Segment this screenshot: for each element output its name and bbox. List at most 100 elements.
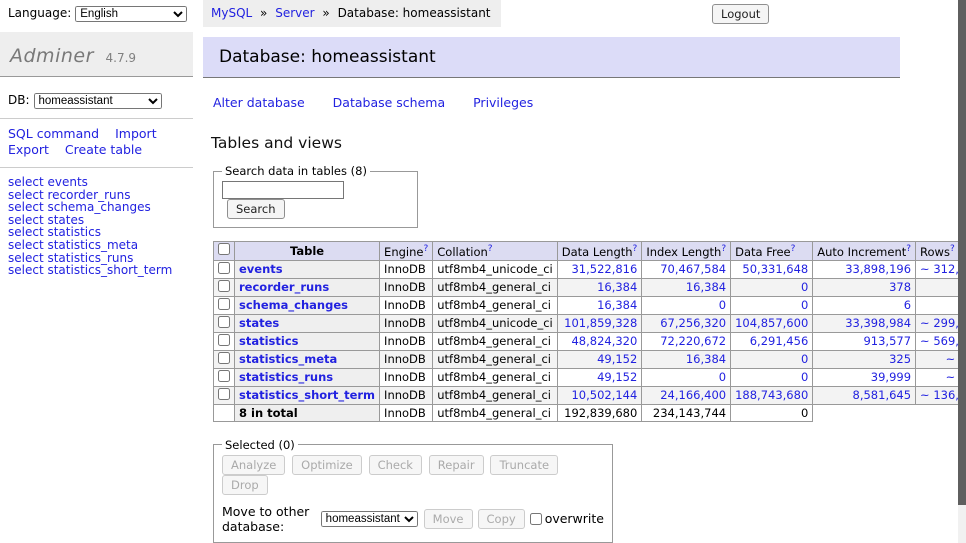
- sidebar-divider-2: [0, 167, 193, 168]
- database-links: Alter database Database schema Privilege…: [213, 95, 903, 110]
- language-select[interactable]: English: [75, 6, 187, 22]
- select-all-checkbox[interactable]: [218, 243, 230, 255]
- db-select[interactable]: homeassistant: [34, 93, 162, 109]
- page-title: Database: homeassistant: [203, 37, 900, 78]
- breadcrumb-server-link[interactable]: Server: [275, 6, 314, 20]
- sidebar-item-select-statistics-meta[interactable]: select statistics_meta: [8, 239, 193, 252]
- search-input[interactable]: [222, 181, 344, 199]
- table-row: statistics_runs InnoDB utf8mb4_general_c…: [214, 368, 966, 386]
- sidebar-tables-list: select events select recorder_runs selec…: [8, 176, 193, 277]
- data-length-help-icon[interactable]: ?: [633, 244, 638, 254]
- row-checkbox[interactable]: [218, 388, 230, 400]
- breadcrumb-mysql-link[interactable]: MySQL: [211, 6, 252, 20]
- app-version: 4.7.9: [106, 51, 137, 65]
- truncate-button[interactable]: Truncate: [490, 455, 558, 475]
- row-checkbox[interactable]: [218, 370, 230, 382]
- vertical-scrollbar[interactable]: [958, 0, 966, 543]
- database-schema-link[interactable]: Database schema: [333, 95, 445, 110]
- table-row: schema_changes InnoDB utf8mb4_general_ci…: [214, 296, 966, 314]
- row-checkbox[interactable]: [218, 262, 230, 274]
- breadcrumb-separator: »: [260, 6, 267, 20]
- selected-fieldset: Selected (0) Analyze Optimize Check Repa…: [213, 438, 613, 543]
- sidebar-link-export[interactable]: Export: [8, 142, 49, 157]
- move-db-select[interactable]: homeassistant: [321, 511, 418, 527]
- tables-and-views-heading: Tables and views: [211, 134, 903, 152]
- col-header-auto-increment: Auto Increment?: [813, 242, 916, 261]
- search-fieldset: Search data in tables (8) Search: [213, 164, 418, 228]
- language-label: Language:: [8, 6, 71, 20]
- breadcrumb-current: Database: homeassistant: [338, 6, 491, 20]
- copy-button[interactable]: Copy: [478, 509, 525, 529]
- collation-help-icon[interactable]: ?: [488, 244, 493, 254]
- move-label: Move to other database:: [222, 504, 315, 534]
- row-checkbox[interactable]: [218, 352, 230, 364]
- logout-button[interactable]: Logout: [712, 4, 769, 24]
- overwrite-checkbox[interactable]: [530, 513, 542, 525]
- sidebar-item-select-events[interactable]: select events: [8, 176, 193, 189]
- total-label: 8 in total: [235, 404, 380, 421]
- table-link[interactable]: statistics_runs: [239, 370, 333, 384]
- drop-button[interactable]: Drop: [222, 475, 268, 495]
- sidebar-item-select-schema-changes[interactable]: select schema_changes: [8, 201, 193, 214]
- table-link[interactable]: statistics: [239, 334, 299, 348]
- col-header-table: Table: [235, 242, 380, 261]
- overwrite-label: overwrite: [545, 511, 604, 526]
- move-row: Move to other database: homeassistant Mo…: [222, 504, 604, 534]
- row-checkbox[interactable]: [218, 280, 230, 292]
- row-checkbox[interactable]: [218, 334, 230, 346]
- alter-database-link[interactable]: Alter database: [213, 95, 305, 110]
- privileges-link[interactable]: Privileges: [473, 95, 533, 110]
- auto-increment-help-icon[interactable]: ?: [906, 244, 911, 254]
- breadcrumb-separator-2: »: [322, 6, 329, 20]
- scrollbar-thumb[interactable]: [958, 0, 966, 505]
- table-header-row: Table Engine? Collation? Data Length? In…: [214, 242, 966, 261]
- table-link[interactable]: recorder_runs: [239, 280, 329, 294]
- table-link[interactable]: schema_changes: [239, 298, 348, 312]
- table-link[interactable]: events: [239, 262, 283, 276]
- db-label: DB:: [8, 93, 30, 107]
- data-free-help-icon[interactable]: ?: [791, 244, 796, 254]
- optimize-button[interactable]: Optimize: [292, 455, 362, 475]
- sidebar: Language: English Adminer 4.7.9 DB: homeas…: [0, 0, 193, 277]
- col-header-data-length: Data Length?: [557, 242, 642, 261]
- search-button[interactable]: Search: [227, 199, 285, 219]
- app-title: Adminer 4.7.9: [0, 32, 193, 77]
- repair-button[interactable]: Repair: [429, 455, 484, 475]
- selected-buttons: Analyze Optimize Check Repair Truncate D…: [222, 455, 604, 495]
- sidebar-link-create-table[interactable]: Create table: [65, 142, 142, 157]
- sidebar-actions: SQL command Import Export Create table: [8, 126, 193, 158]
- table-link[interactable]: states: [239, 316, 279, 330]
- sidebar-link-import[interactable]: Import: [115, 126, 157, 141]
- selected-legend: Selected (0): [222, 438, 298, 452]
- table-link[interactable]: statistics_meta: [239, 352, 337, 366]
- engine-help-icon[interactable]: ?: [423, 244, 428, 254]
- table-row: statistics InnoDB utf8mb4_general_ci 48,…: [214, 332, 966, 350]
- table-row: recorder_runs InnoDB utf8mb4_general_ci …: [214, 278, 966, 296]
- col-header-index-length: Index Length?: [642, 242, 731, 261]
- row-checkbox[interactable]: [218, 316, 230, 328]
- table-link[interactable]: statistics_short_term: [239, 388, 375, 402]
- table-footer-row: 8 in total InnoDB utf8mb4_general_ci 192…: [214, 404, 966, 421]
- table-row: statistics_short_term InnoDB utf8mb4_gen…: [214, 386, 966, 404]
- sidebar-item-select-statistics-short-term[interactable]: select statistics_short_term: [8, 264, 193, 277]
- overwrite-option: overwrite: [530, 511, 604, 526]
- rows-help-icon[interactable]: ?: [950, 244, 955, 254]
- check-button[interactable]: Check: [369, 455, 422, 475]
- table-row: statistics_meta InnoDB utf8mb4_general_c…: [214, 350, 966, 368]
- move-button[interactable]: Move: [424, 509, 473, 529]
- breadcrumb: MySQL » Server » Database: homeassistant: [203, 0, 501, 27]
- app-name: Adminer: [10, 45, 94, 67]
- tables-list-table: Table Engine? Collation? Data Length? In…: [213, 241, 966, 422]
- search-legend: Search data in tables (8): [222, 164, 370, 178]
- sidebar-link-sql-command[interactable]: SQL command: [8, 126, 99, 141]
- sidebar-divider: [0, 118, 193, 119]
- table-row: states InnoDB utf8mb4_unicode_ci 101,859…: [214, 314, 966, 332]
- row-checkbox[interactable]: [218, 298, 230, 310]
- db-selector-row: DB: homeassistant: [8, 93, 193, 109]
- analyze-button[interactable]: Analyze: [222, 455, 285, 475]
- main-content: MySQL » Server » Database: homeassistant…: [203, 0, 903, 543]
- col-header-collation: Collation?: [433, 242, 558, 261]
- language-row: Language: English: [0, 0, 193, 22]
- index-length-help-icon[interactable]: ?: [721, 244, 726, 254]
- col-header-engine: Engine?: [380, 242, 433, 261]
